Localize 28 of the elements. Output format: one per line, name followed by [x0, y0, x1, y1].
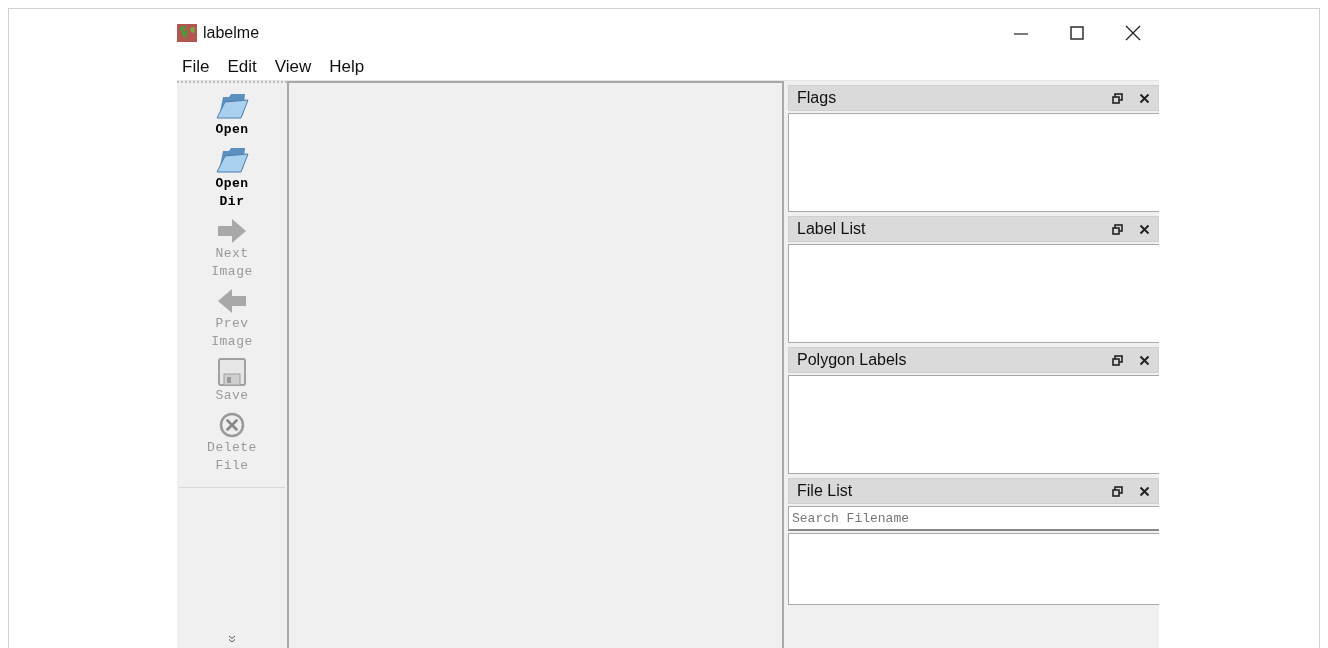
- close-icon[interactable]: [1139, 354, 1150, 366]
- close-icon[interactable]: [1139, 223, 1150, 235]
- menu-item[interactable]: View: [272, 57, 314, 77]
- dock-title: Polygon Labels: [797, 351, 908, 369]
- left-arrow-icon: [216, 287, 248, 315]
- close-icon[interactable]: [1125, 24, 1141, 41]
- menu-item[interactable]: Help: [327, 57, 367, 77]
- float-window-icon[interactable]: [1112, 485, 1123, 497]
- menu-item[interactable]: File: [180, 57, 212, 77]
- right-arrow-icon: [216, 217, 248, 245]
- menu-item[interactable]: Edit: [225, 57, 259, 77]
- dock-title: Label List: [797, 220, 867, 238]
- close-icon[interactable]: [1139, 92, 1150, 104]
- delete-circle-icon: [218, 411, 246, 439]
- folder-icon: [215, 91, 249, 121]
- folder-icon: [215, 145, 249, 175]
- window-title: labelme: [203, 23, 261, 42]
- dock-title: File List: [797, 482, 854, 500]
- maximize-icon[interactable]: [1069, 24, 1085, 41]
- app-logo-icon: [177, 23, 197, 42]
- toolbar-button[interactable]: Open Dir: [199, 143, 265, 213]
- float-window-icon[interactable]: [1112, 354, 1123, 366]
- close-icon[interactable]: [1139, 485, 1150, 497]
- float-window-icon[interactable]: [1112, 223, 1123, 235]
- float-window-icon[interactable]: [1112, 92, 1123, 104]
- dock-title: Flags: [797, 89, 838, 107]
- search-field[interactable]: Search Filename: [788, 506, 1159, 531]
- toolbar-button[interactable]: Open: [211, 89, 253, 141]
